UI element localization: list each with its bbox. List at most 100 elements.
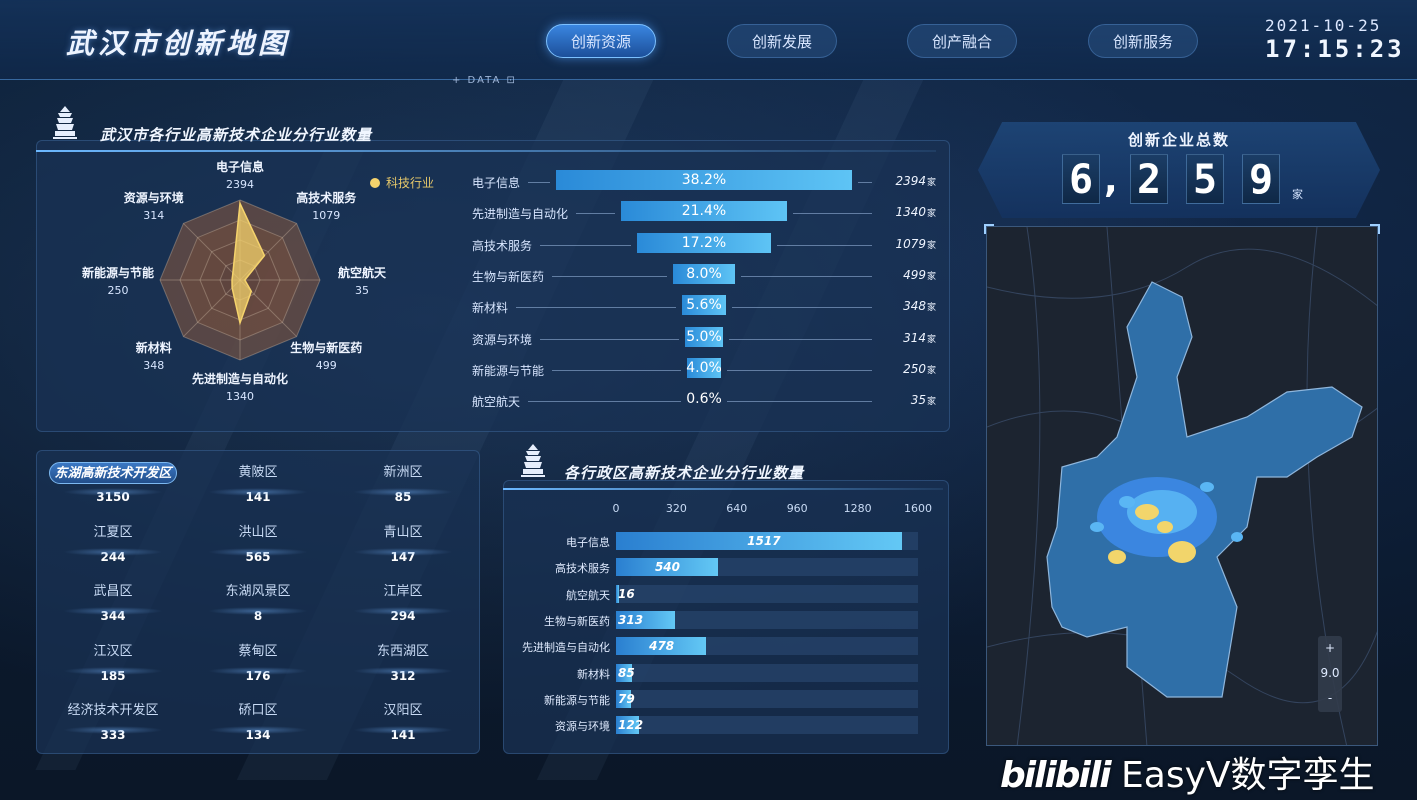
date-display: 2021-10-25 <box>1265 16 1382 35</box>
district-name: 江汉区 <box>93 643 133 659</box>
funnel-bar: 5.0% <box>684 326 724 347</box>
frame-corner <box>984 224 994 234</box>
district-name: 经济技术开发区 <box>67 703 159 718</box>
radar-axis-value: 348 <box>143 358 165 372</box>
district-item[interactable]: 硚口区 134 <box>193 700 323 752</box>
funnel-row[interactable]: 新材料 5.6% 348家 <box>472 295 942 319</box>
watermark-text: EasyV数字孪生 <box>1121 755 1375 796</box>
total-title: 创新企业总数 <box>1127 131 1230 149</box>
time-display: 17:15:23 <box>1265 35 1405 63</box>
funnel-value: 499家 <box>903 267 936 282</box>
funnel-bar: 38.2% <box>556 170 852 190</box>
bar-value-label: 79 <box>618 691 635 706</box>
tab-innovation-services[interactable]: 创新服务 <box>1088 24 1198 58</box>
district-item[interactable]: 新洲区 85 <box>338 462 468 514</box>
district-name: 黄陂区 <box>238 465 278 480</box>
district-item[interactable]: 东湖风景区 8 <box>193 581 323 633</box>
radar-axis-label: 新材料 <box>135 340 172 355</box>
district-item[interactable]: 洪山区 565 <box>193 522 323 574</box>
district-item[interactable]: 江岸区 294 <box>338 581 468 633</box>
district-item[interactable]: 蔡甸区 176 <box>193 641 323 693</box>
legend-label: 科技行业 <box>386 176 435 190</box>
funnel-label: 航空航天 <box>472 395 521 410</box>
data-tag: + DATA ⊡ <box>452 75 517 86</box>
radar-axis-label: 资源与环境 <box>123 191 184 206</box>
funnel-label: 资源与环境 <box>472 332 533 347</box>
district-glow <box>208 488 308 496</box>
total-digit: 2 <box>1130 154 1168 204</box>
frame-corner <box>1370 224 1380 234</box>
radar-axis-label: 生物与新医药 <box>290 340 363 355</box>
funnel-value: 348家 <box>903 299 936 314</box>
funnel-value: 250家 <box>903 361 936 376</box>
funnel-guide <box>858 182 872 183</box>
funnel-row[interactable]: 高技术服务 17.2% 1079家 <box>472 232 942 257</box>
legend-dot-icon <box>370 177 380 188</box>
unit-label: 家 <box>926 209 936 220</box>
district-item[interactable]: 东湖高新技术开发区 3150 <box>48 462 178 514</box>
funnel-row[interactable]: 生物与新医药 8.0% 499家 <box>472 263 942 288</box>
radar-axis-value: 1340 <box>226 390 254 403</box>
funnel-guide <box>729 338 872 340</box>
zoom-control: + 9.0 - <box>1318 636 1342 712</box>
district-item[interactable]: 江汉区 185 <box>48 641 178 693</box>
funnel-row[interactable]: 电子信息 38.2% 2394家 <box>472 170 942 194</box>
district-name: 洪山区 <box>238 524 278 540</box>
radar-axis-value: 1079 <box>312 209 341 223</box>
y-category-label: 新能源与节能 <box>544 693 610 707</box>
district-item[interactable]: 青山区 147 <box>338 522 468 574</box>
funnel-bar: 5.6% <box>682 295 726 316</box>
district-glow <box>353 726 453 734</box>
pagoda-icon <box>53 106 77 139</box>
zoom-out-button[interactable]: - <box>1318 686 1342 711</box>
page-title: 武汉市创新地图 <box>66 27 291 60</box>
funnel-guide <box>727 401 872 403</box>
funnel-row[interactable]: 新能源与节能 4.0% 250家 <box>472 357 942 382</box>
district-item[interactable]: 江夏区 244 <box>48 522 178 574</box>
district-item[interactable]: 经济技术开发区 333 <box>48 700 178 752</box>
district-name: 新洲区 <box>383 465 423 480</box>
district-item[interactable]: 汉阳区 141 <box>338 700 468 752</box>
y-category-label: 电子信息 <box>566 536 610 549</box>
header: 武汉市创新地图 创新资源 创新发展 创产融合 创新服务 2021-10-25 1… <box>0 0 1417 92</box>
y-category-label: 先进制造与自动化 <box>522 641 610 655</box>
district-glow <box>353 547 453 556</box>
unit-label: 家 <box>926 240 936 251</box>
funnel-row[interactable]: 航空航天 0.6% 35家 <box>472 389 942 413</box>
bar-track <box>616 584 918 603</box>
funnel-bar: 21.4% <box>621 201 787 222</box>
thousands-separator: , <box>1104 160 1118 201</box>
x-tick-label: 1600 <box>904 502 932 515</box>
funnel-row[interactable]: 先进制造与自动化 21.4% 1340家 <box>472 201 942 225</box>
district-name: 蔡甸区 <box>238 643 278 659</box>
brand-logo: bilibili <box>1000 755 1112 796</box>
district-glow <box>63 607 163 615</box>
tab-innovation-development[interactable]: 创新发展 <box>727 24 837 58</box>
industry-panel-title: 武汉市各行业高新技术企业分行业数量 <box>100 126 373 144</box>
bar-value-label: 313 <box>618 612 644 627</box>
district-item[interactable]: 黄陂区 141 <box>193 462 323 514</box>
district-panel-title: 各行政区高新技术企业分行业数量 <box>564 464 805 482</box>
funnel-bar: 8.0% <box>673 263 735 284</box>
y-category-label: 航空航天 <box>566 588 610 602</box>
district-item[interactable]: 东西湖区 312 <box>338 641 468 693</box>
funnel-row[interactable]: 资源与环境 5.0% 314家 <box>472 326 942 351</box>
district-name: 东湖高新技术开发区 <box>49 462 177 484</box>
district-glow <box>353 666 453 675</box>
district-glow <box>353 607 453 615</box>
funnel-value: 314家 <box>903 330 936 345</box>
funnel-guide <box>552 275 667 277</box>
funnel-value: 35家 <box>910 393 936 408</box>
total-digit: 5 <box>1186 154 1224 204</box>
bar-value-label: 1517 <box>747 534 781 548</box>
unit-label: 家 <box>926 397 936 408</box>
unit-label: 家 <box>926 365 936 376</box>
total-counter: 创新企业总数 6 , 2 5 9 家 <box>978 122 1380 218</box>
tab-innovation-resources[interactable]: 创新资源 <box>546 24 656 58</box>
radar-axis-label: 电子信息 <box>215 160 264 174</box>
zoom-in-button[interactable]: + <box>1318 636 1342 661</box>
x-tick-label: 960 <box>786 502 808 515</box>
district-item[interactable]: 武昌区 344 <box>48 581 178 633</box>
tab-industry-integration[interactable]: 创产融合 <box>907 24 1017 58</box>
funnel-bar: 0.6% <box>686 391 722 408</box>
